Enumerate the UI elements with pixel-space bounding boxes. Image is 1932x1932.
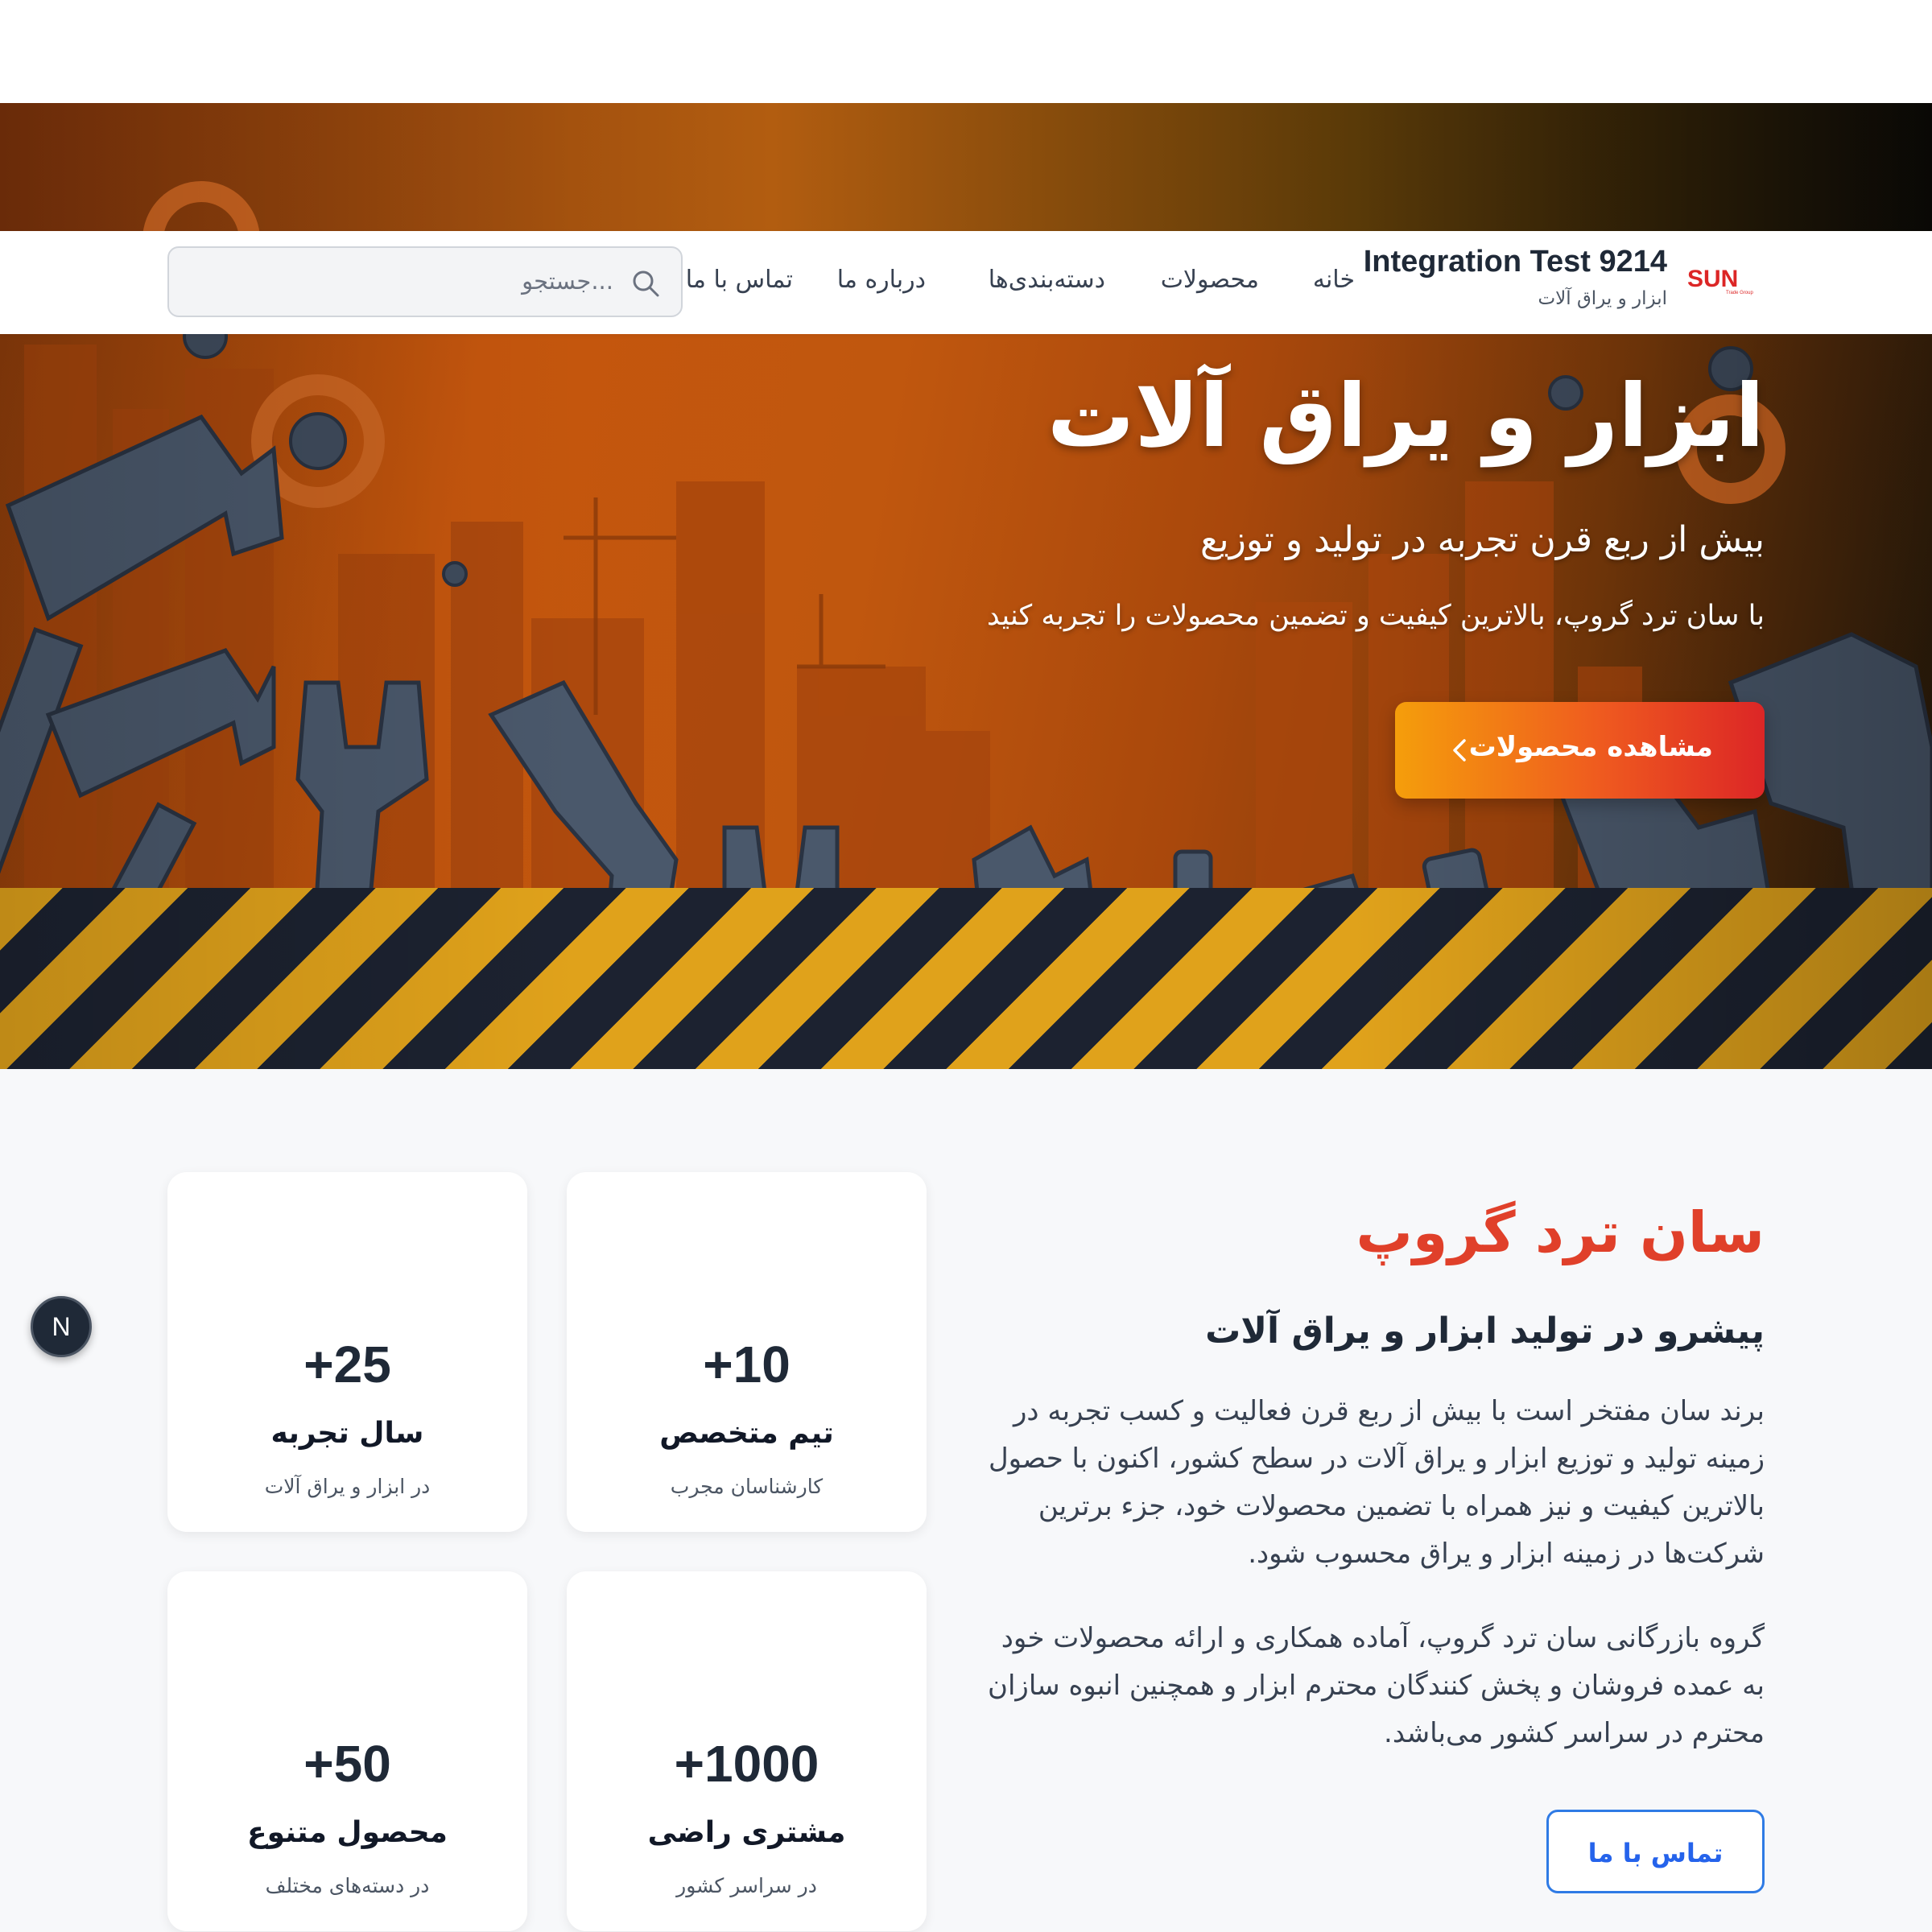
about-kicker: سان ترد گروپ — [1356, 1199, 1765, 1265]
nav-item-categories[interactable]: دسته‌بندی‌ها — [989, 266, 1105, 294]
stat-subtitle: در دسته‌های مختلف — [265, 1874, 430, 1897]
search-input[interactable]: جستجو... — [167, 246, 683, 317]
about-heading: پیشرو در تولید ابزار و یراق آلات — [1205, 1311, 1765, 1352]
nav-item-products[interactable]: محصولات — [1161, 266, 1259, 294]
stat-card-team: +10 تیم متخصص کارشناسان مجرب — [567, 1172, 927, 1532]
stat-title: تیم متخصص — [659, 1417, 834, 1450]
stat-subtitle: در ابزار و یراق آلات — [264, 1475, 431, 1498]
stat-card-customers: +1000 مشتری راضی در سراسر کشور — [567, 1571, 927, 1931]
logo-tagline: Trade Group — [1726, 291, 1753, 295]
chevron-left-icon — [1453, 739, 1466, 762]
hero-subtitle: بیش از ربع قرن تجربه در تولید و توزیع — [1199, 519, 1765, 560]
stat-value: +50 — [303, 1735, 391, 1793]
search-placeholder: جستجو... — [522, 267, 613, 295]
stat-card-products: +50 محصول متنوع در دسته‌های مختلف — [167, 1571, 527, 1931]
contact-us-button[interactable]: تماس با ما — [1546, 1810, 1765, 1893]
hero-title: ابزار و یراق آلات — [1046, 366, 1765, 467]
stat-subtitle: کارشناسان مجرب — [670, 1475, 824, 1498]
site-subtitle: ابزار و یراق آلات — [1538, 288, 1667, 309]
view-products-label: مشاهده محصولات — [1468, 731, 1713, 763]
stat-title: سال تجربه — [270, 1417, 424, 1450]
site-title[interactable]: Integration Test 9214 — [1364, 245, 1667, 279]
search-icon[interactable] — [631, 269, 660, 298]
hero-description: با سان ترد گروپ، بالاترین کیفیت و تضمین … — [987, 600, 1765, 632]
about-paragraph-2: گروه بازرگانی سان ترد گروپ، آماده همکاری… — [987, 1622, 1765, 1749]
stat-value: +25 — [303, 1335, 391, 1393]
nav-item-contact[interactable]: تماس با ما — [686, 266, 793, 294]
view-products-button[interactable]: مشاهده محصولات — [1395, 702, 1765, 799]
stat-subtitle: در سراسر کشور — [676, 1874, 817, 1897]
logo-text: SUN — [1687, 266, 1738, 292]
nav-item-home[interactable]: خانه — [1313, 266, 1355, 294]
floating-n-badge[interactable]: N — [31, 1296, 92, 1357]
stat-title: محصول متنوع — [247, 1816, 448, 1849]
stat-value: +10 — [703, 1335, 791, 1393]
sun-logo[interactable]: SUN Trade Group — [1686, 264, 1766, 296]
stat-card-experience: +25 سال تجربه در ابزار و یراق آلات — [167, 1172, 527, 1532]
about-paragraph-1: برند سان مفتخر است با بیش از ربع قرن فعا… — [988, 1395, 1765, 1570]
nav-item-about[interactable]: درباره ما — [837, 266, 926, 294]
stat-title: مشتری راضی — [647, 1816, 846, 1849]
top-blank-area — [0, 0, 1932, 103]
stat-value: +1000 — [674, 1735, 819, 1793]
contact-us-label: تماس با ما — [1587, 1838, 1724, 1868]
